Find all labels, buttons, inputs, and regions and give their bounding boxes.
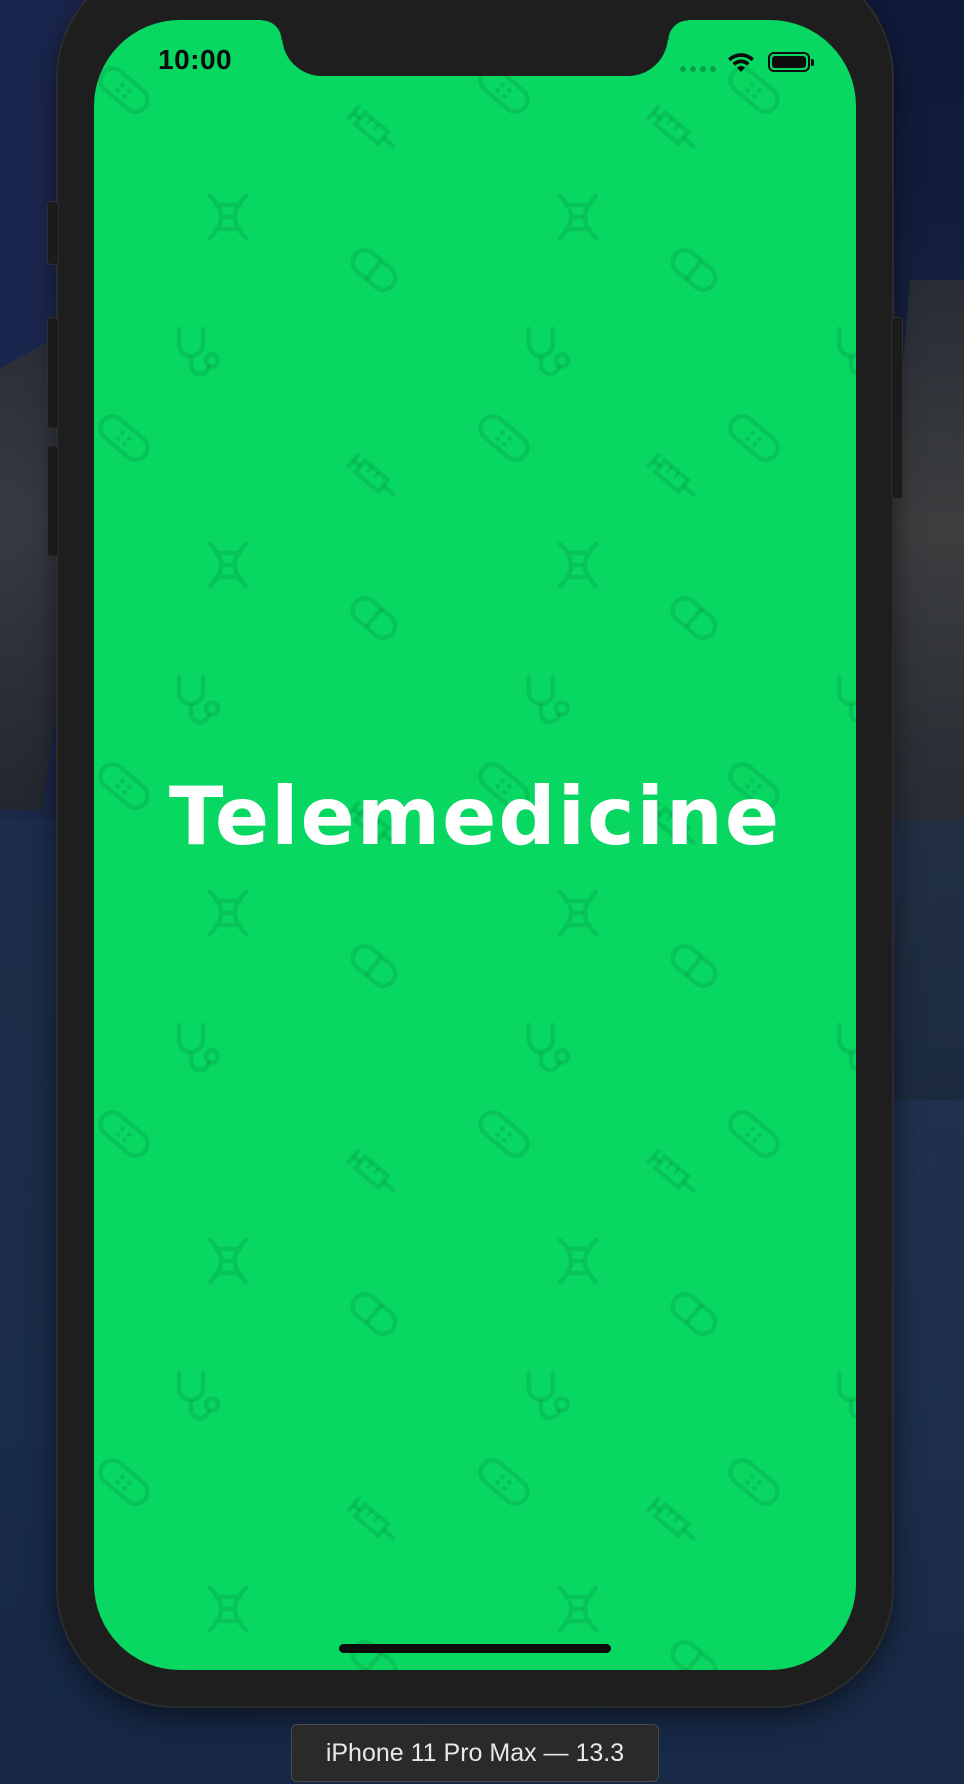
stethoscope-icon	[526, 674, 571, 725]
dna-icon	[207, 1585, 249, 1633]
bandage-icon	[98, 66, 150, 114]
dna-icon	[207, 889, 249, 937]
pill-icon	[350, 596, 398, 640]
bandage-icon	[98, 1458, 150, 1506]
syringe-icon	[645, 452, 697, 498]
stethoscope-icon	[526, 1022, 571, 1073]
stethoscope-icon	[836, 1370, 856, 1420]
home-indicator[interactable]	[339, 1644, 611, 1653]
stethoscope-icon	[176, 674, 221, 725]
dna-icon	[557, 1237, 599, 1285]
device-notch	[262, 20, 688, 76]
pill-icon	[350, 944, 398, 988]
cellular-signal-icon	[680, 66, 716, 74]
pill-icon	[670, 944, 718, 988]
battery-level-fill	[772, 56, 806, 68]
volume-up-button[interactable]	[48, 318, 58, 428]
syringe-icon	[645, 1148, 697, 1194]
pill-icon	[670, 248, 718, 292]
pill-icon	[670, 1292, 718, 1336]
simulator-device-label: iPhone 11 Pro Max — 13.3	[291, 1724, 659, 1782]
app-title: Telemedicine	[168, 770, 782, 863]
stethoscope-icon	[526, 1370, 571, 1421]
dna-icon	[207, 1237, 249, 1285]
syringe-icon	[345, 1148, 397, 1194]
bandage-icon	[728, 1110, 780, 1158]
wifi-icon	[728, 53, 754, 72]
stethoscope-icon	[836, 1022, 856, 1072]
dna-icon	[557, 193, 599, 241]
bandage-icon	[98, 414, 150, 462]
syringe-icon	[345, 452, 397, 498]
pill-icon	[670, 1640, 718, 1670]
stethoscope-icon	[836, 326, 856, 376]
stethoscope-icon	[176, 1370, 221, 1421]
syringe-icon	[345, 1496, 397, 1542]
dna-icon	[207, 541, 249, 589]
stethoscope-icon	[526, 326, 571, 377]
stethoscope-icon	[176, 326, 221, 377]
silent-switch[interactable]	[48, 202, 58, 264]
volume-down-button[interactable]	[48, 446, 58, 556]
syringe-icon	[645, 1496, 697, 1542]
pill-icon	[350, 1292, 398, 1336]
stethoscope-icon	[176, 1022, 221, 1073]
battery-icon	[768, 52, 814, 72]
bandage-icon	[728, 414, 780, 462]
bandage-icon	[98, 1110, 150, 1158]
dna-icon	[557, 1585, 599, 1633]
status-bar-time: 10:00	[158, 44, 233, 75]
syringe-icon	[345, 104, 397, 150]
bandage-icon	[478, 1110, 530, 1158]
pill-icon	[350, 248, 398, 292]
pill-icon	[670, 596, 718, 640]
dna-icon	[557, 541, 599, 589]
bandage-icon	[478, 1458, 530, 1506]
syringe-icon	[645, 104, 697, 150]
bandage-icon	[728, 1458, 780, 1506]
dna-icon	[557, 889, 599, 937]
stethoscope-icon	[836, 674, 856, 724]
status-bar-indicators	[680, 48, 820, 76]
dna-icon	[207, 193, 249, 241]
power-button[interactable]	[892, 318, 902, 498]
bandage-icon	[478, 414, 530, 462]
